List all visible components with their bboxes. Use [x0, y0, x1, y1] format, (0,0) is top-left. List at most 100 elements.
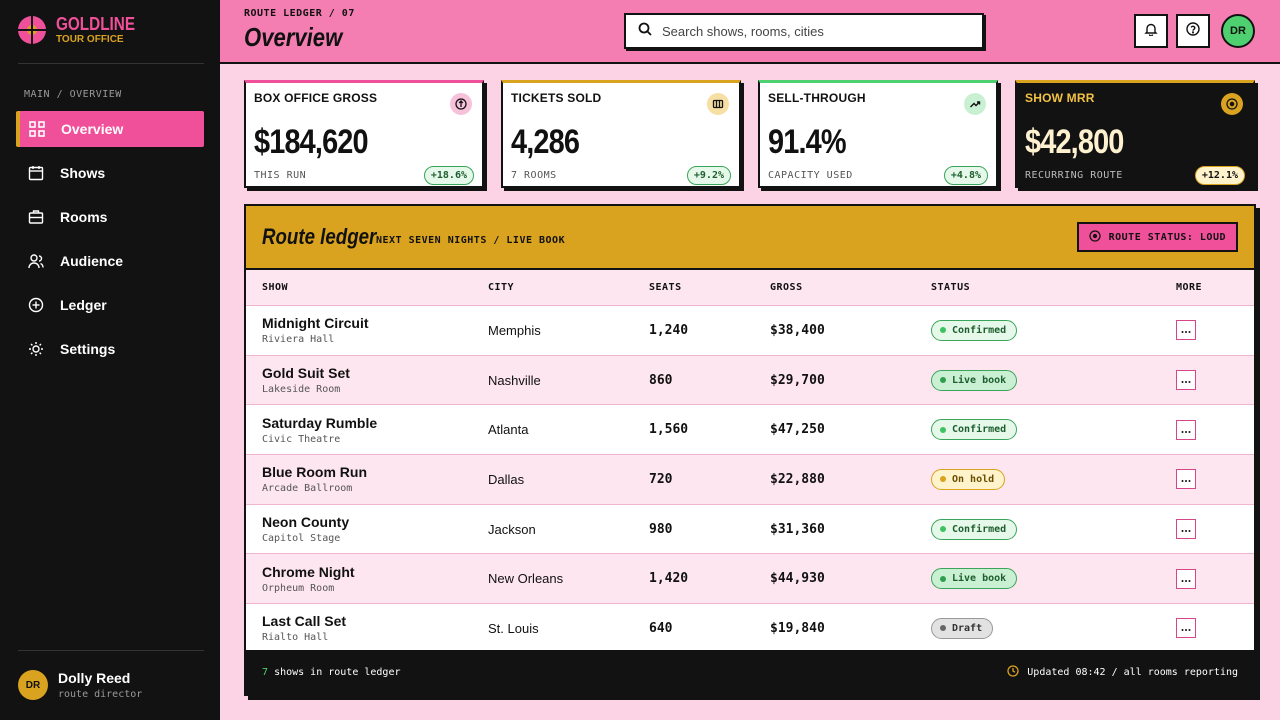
sidebar-item-audience[interactable]: Audience [16, 243, 204, 279]
column-header-status[interactable]: STATUS [931, 282, 1176, 293]
room-name: Riviera Hall [262, 334, 335, 346]
target-icon [1088, 229, 1101, 245]
table-row[interactable]: Gold Suit Set Lakeside Room Nashville 86… [246, 355, 1254, 406]
show-name[interactable]: Chrome Night [262, 564, 488, 580]
table-row[interactable]: Last Call Set Rialto Hall St. Louis 640 … [246, 604, 1254, 654]
more-cell [1176, 320, 1236, 341]
seats-cell: 1,560 [649, 422, 689, 438]
sidebar-item-label: Overview [61, 121, 124, 137]
status-label: Draft [952, 622, 983, 634]
status-dot [940, 476, 946, 483]
table-row[interactable]: Neon County Capitol Stage Jackson 980 $3… [246, 505, 1254, 555]
more-options-button[interactable] [1176, 568, 1196, 589]
status-cell: Confirmed [931, 518, 1176, 540]
show-name[interactable]: Midnight Circuit [262, 315, 488, 331]
status-dot [940, 377, 946, 384]
show-cell: Chrome Night Orpheum Room [246, 564, 488, 594]
row-count: 7 shows in route ledger [262, 667, 401, 678]
sidebar-item-label: Shows [60, 165, 106, 181]
more-cell [1176, 469, 1236, 490]
brand-name: GOLDLINE [56, 14, 136, 34]
stat-value: $184,620 [254, 123, 369, 161]
stat-label: BOX OFFICE GROSS [254, 91, 378, 105]
sun-icon [28, 341, 44, 357]
help-icon [1186, 21, 1200, 41]
page-title: Overview [244, 22, 343, 52]
search-box[interactable] [624, 13, 984, 49]
ledger-header: Route ledger NEXT SEVEN NIGHTS / LIVE BO… [246, 206, 1254, 270]
search-input[interactable] [662, 23, 962, 39]
table-row[interactable]: Saturday Rumble Civic Theatre Atlanta 1,… [246, 405, 1254, 456]
route-status-button[interactable]: ROUTE STATUS: LOUD [1076, 222, 1238, 252]
ellipsis-icon [1181, 426, 1191, 434]
show-name[interactable]: Saturday Rumble [262, 415, 488, 431]
column-header-seats[interactable]: SEATS [649, 282, 770, 293]
show-name[interactable]: Blue Room Run [262, 464, 488, 480]
show-name[interactable]: Last Call Set [262, 613, 488, 629]
stat-delta-badge: +9.2% [686, 166, 731, 185]
stat-card-box-office-gross: BOX OFFICE GROSS $184,620 THIS RUN +18.6… [244, 80, 484, 188]
seats-cell: 720 [649, 471, 673, 487]
show-cell: Neon County Capitol Stage [246, 514, 488, 544]
show-cell: Saturday Rumble Civic Theatre [246, 415, 488, 445]
column-header-city[interactable]: CITY [488, 282, 649, 293]
show-name[interactable]: Neon County [262, 514, 488, 530]
ledger-subtitle: NEXT SEVEN NIGHTS / LIVE BOOK [376, 235, 566, 246]
more-options-button[interactable] [1176, 370, 1196, 391]
brand[interactable]: GOLDLINE TOUR OFFICE [18, 14, 149, 46]
top-bar: ROUTE LEDGER / 07 Overview DR [220, 0, 1280, 64]
status-badge: Live book [931, 369, 1018, 391]
notifications-button[interactable] [1134, 14, 1168, 48]
help-button[interactable] [1176, 14, 1210, 48]
avatar: DR [18, 670, 48, 700]
status-label: Live book [952, 374, 1007, 386]
more-cell [1176, 618, 1236, 639]
status-cell: Live book [931, 369, 1176, 391]
status-label: On hold [952, 473, 995, 485]
status-label: Confirmed [952, 424, 1007, 436]
room-name: Orpheum Room [262, 582, 335, 594]
sidebar-item-rooms[interactable]: Rooms [16, 199, 204, 235]
sidebar-item-overview[interactable]: Overview [16, 111, 204, 147]
more-cell [1176, 419, 1236, 440]
more-options-button[interactable] [1176, 469, 1196, 490]
avatar[interactable]: DR [1221, 14, 1255, 48]
sidebar-item-ledger[interactable]: Ledger [16, 287, 204, 323]
city-cell: St. Louis [488, 620, 539, 636]
table-row[interactable]: Chrome Night Orpheum Room New Orleans 1,… [246, 554, 1254, 605]
show-name[interactable]: Gold Suit Set [262, 365, 488, 381]
sidebar-item-settings[interactable]: Settings [16, 331, 204, 367]
stat-delta-badge: +18.6% [423, 166, 474, 185]
status-cell: Confirmed [931, 319, 1176, 341]
user-profile[interactable]: DR Dolly Reed route director [18, 670, 142, 700]
search-icon [638, 22, 652, 41]
status-badge: Draft [931, 617, 994, 639]
briefcase-icon [28, 209, 44, 225]
city-cell: Memphis [488, 322, 541, 338]
ellipsis-icon [1181, 326, 1191, 334]
room-name: Lakeside Room [262, 384, 341, 396]
seats-cell: 1,240 [649, 322, 689, 338]
more-options-button[interactable] [1176, 519, 1196, 540]
ellipsis-icon [1181, 376, 1191, 384]
table-row[interactable]: Blue Room Run Arcade Ballroom Dallas 720… [246, 455, 1254, 505]
seats-cell: 1,420 [649, 571, 689, 587]
update-status-text: Updated 08:42 / all rooms reporting [1027, 666, 1238, 678]
status-label: Confirmed [952, 523, 1007, 535]
table-body: Midnight Circuit Riviera Hall Memphis 1,… [246, 306, 1254, 654]
dollar-icon [450, 93, 472, 115]
ellipsis-icon [1181, 624, 1191, 632]
column-header-more: MORE [1176, 282, 1203, 293]
sidebar-item-label: Rooms [60, 209, 108, 225]
stat-label: TICKETS SOLD [511, 91, 602, 105]
more-cell [1176, 370, 1236, 391]
more-options-button[interactable] [1176, 618, 1196, 639]
table-header: SHOW CITY SEATS GROSS STATUS MORE [246, 270, 1254, 306]
more-options-button[interactable] [1176, 320, 1196, 341]
more-options-button[interactable] [1176, 419, 1196, 440]
table-row[interactable]: Midnight Circuit Riviera Hall Memphis 1,… [246, 306, 1254, 356]
room-name: Rialto Hall [262, 632, 329, 644]
sidebar-item-shows[interactable]: Shows [16, 155, 204, 191]
column-header-gross[interactable]: GROSS [770, 282, 931, 293]
column-header-show[interactable]: SHOW [246, 282, 488, 293]
